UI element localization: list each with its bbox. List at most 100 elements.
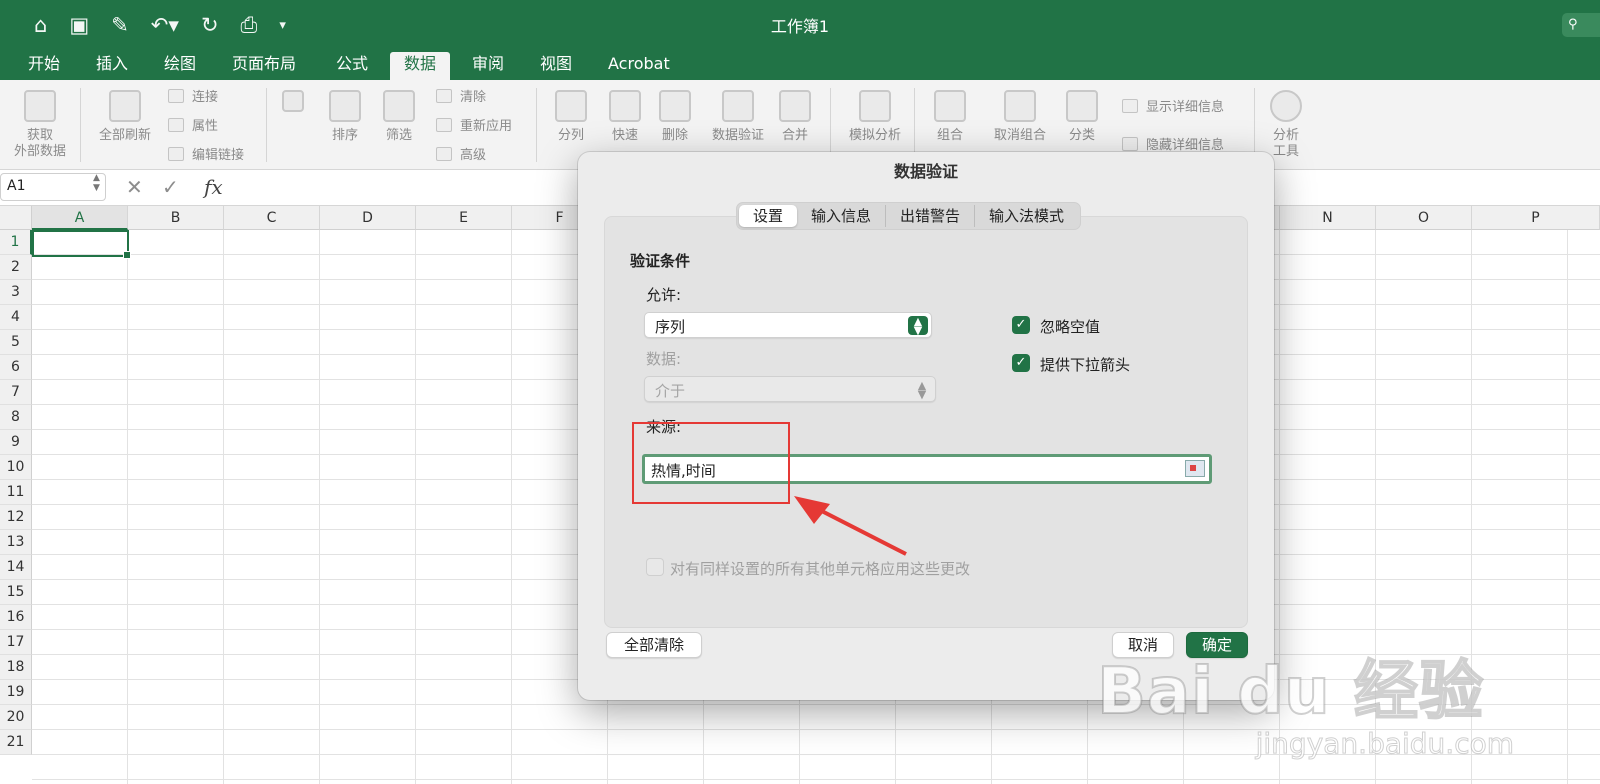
tab-acrobat[interactable]: Acrobat [594,52,684,80]
column-header[interactable]: A [32,206,128,230]
apply-all-checkbox[interactable] [646,558,664,576]
allow-select-value: 序列 [655,318,686,336]
subtotal-label: 分类 [1068,128,1095,143]
flash-fill-button[interactable]: 快速 [602,90,648,144]
column-header[interactable]: P [1472,206,1600,230]
fx-icon[interactable]: fx [204,175,223,199]
text-to-columns-button[interactable]: 分列 [548,90,594,144]
data-select[interactable]: 介于 ▲ ▼ [644,376,936,402]
analysis-tools-button[interactable]: 分析 工具 [1264,90,1308,160]
row-header[interactable]: 3 [0,280,32,305]
collapse-dialog-icon[interactable] [1185,460,1205,477]
tab-settings[interactable]: 设置 [739,205,798,227]
row-header[interactable]: 14 [0,555,32,580]
properties-button[interactable]: 属性 [168,115,218,134]
name-box-stepper-icon[interactable]: ▲ ▼ [93,173,100,193]
consolidate-button[interactable]: 合并 [772,90,818,144]
text-to-columns-label: 分列 [557,128,584,143]
column-header[interactable]: C [224,206,320,230]
reapply-button[interactable]: 重新应用 [436,115,512,134]
row-header[interactable]: 1 [0,230,32,255]
tab-view[interactable]: 视图 [526,52,586,80]
tab-input-message[interactable]: 输入信息 [797,205,887,227]
remove-duplicates-button[interactable]: 删除 [652,90,698,144]
clear-all-button[interactable]: 全部清除 [606,632,702,658]
ungroup-button[interactable]: 取消组合 [984,90,1056,144]
show-detail-button[interactable]: 显示详细信息 [1122,96,1224,115]
sort-button[interactable]: 排序 [320,90,370,144]
row-header[interactable]: 15 [0,580,32,605]
row-header[interactable]: 5 [0,330,32,355]
apply-all-label: 对有同样设置的所有其他单元格应用这些更改 [670,560,971,578]
row-header[interactable]: 2 [0,255,32,280]
validation-criteria-heading: 验证条件 [630,252,691,270]
tab-draw[interactable]: 绘图 [150,52,210,80]
row-header[interactable]: 17 [0,630,32,655]
ribbon-separator [536,88,537,162]
select-stepper-icon: ▲ ▼ [908,316,928,336]
column-header[interactable]: O [1376,206,1472,230]
row-header[interactable]: 21 [0,730,32,755]
connections-button[interactable]: 连接 [168,86,218,105]
properties-label: 属性 [192,119,219,134]
sort-az-button[interactable] [278,90,308,118]
row-header[interactable]: 18 [0,655,32,680]
select-all-corner[interactable] [0,206,32,230]
row-header[interactable]: 13 [0,530,32,555]
what-if-icon [859,90,891,122]
row-header[interactable]: 7 [0,380,32,405]
search-icon[interactable]: ⚲ [1562,13,1600,37]
row-header[interactable]: 16 [0,605,32,630]
hide-detail-button[interactable]: 隐藏详细信息 [1122,134,1224,153]
subtotal-icon [1066,90,1098,122]
tab-home[interactable]: 开始 [14,52,74,80]
row-header[interactable]: 10 [0,455,32,480]
row-header[interactable]: 19 [0,680,32,705]
tab-insert[interactable]: 插入 [82,52,142,80]
group-button[interactable]: 组合 [924,90,976,144]
get-external-data-button[interactable]: 获取 外部数据 [10,90,70,160]
watermark-logo: Bai du 经验 [1096,654,1484,730]
tab-error-alert[interactable]: 出错警告 [886,205,976,227]
tab-data[interactable]: 数据 [390,52,451,80]
column-header[interactable]: D [320,206,416,230]
filter-button[interactable]: 筛选 [374,90,424,144]
in-cell-dropdown-checkbox[interactable]: ✓ [1012,354,1030,372]
subtotal-button[interactable]: 分类 [1056,90,1108,144]
allow-select[interactable]: 序列 ▲ ▼ [644,312,932,338]
ignore-blank-checkbox[interactable]: ✓ [1012,316,1030,334]
row-header[interactable]: 20 [0,705,32,730]
row-header[interactable]: 4 [0,305,32,330]
column-header[interactable]: N [1280,206,1376,230]
column-header[interactable]: B [128,206,224,230]
connections-label: 连接 [192,90,219,105]
active-cell-a1[interactable] [32,230,131,259]
confirm-icon[interactable]: ✓ [162,175,179,199]
edit-links-button[interactable]: 编辑链接 [168,144,244,163]
clear-icon [436,88,452,103]
annotation-highlight-box [632,422,790,504]
row-header[interactable]: 11 [0,480,32,505]
clear-button[interactable]: 清除 [436,86,486,105]
reapply-label: 重新应用 [460,119,513,134]
ribbon-tabs: 开始 插入 绘图 页面布局 公式 数据 审阅 视图 Acrobat [0,50,1600,80]
cancel-icon[interactable]: ✕ [126,175,143,199]
tab-ime-mode[interactable]: 输入法模式 [975,205,1078,227]
tab-review[interactable]: 审阅 [458,52,518,80]
ribbon-separator [830,88,831,162]
row-header[interactable]: 12 [0,505,32,530]
row-header[interactable]: 8 [0,405,32,430]
name-box[interactable]: A1 [0,173,106,201]
data-validation-label: 数据验证 [711,128,764,143]
data-validation-button[interactable]: 数据验证 [706,90,770,144]
clear-label: 清除 [460,90,487,105]
row-header[interactable]: 9 [0,430,32,455]
row-header[interactable]: 6 [0,355,32,380]
tab-formulas[interactable]: 公式 [322,52,382,80]
refresh-all-button[interactable]: 全部刷新 [90,90,160,144]
column-header[interactable]: E [416,206,512,230]
tab-page-layout[interactable]: 页面布局 [218,52,310,80]
what-if-analysis-button[interactable]: 模拟分析 [840,90,910,144]
what-if-label: 模拟分析 [848,128,901,143]
advanced-button[interactable]: 高级 [436,144,486,163]
